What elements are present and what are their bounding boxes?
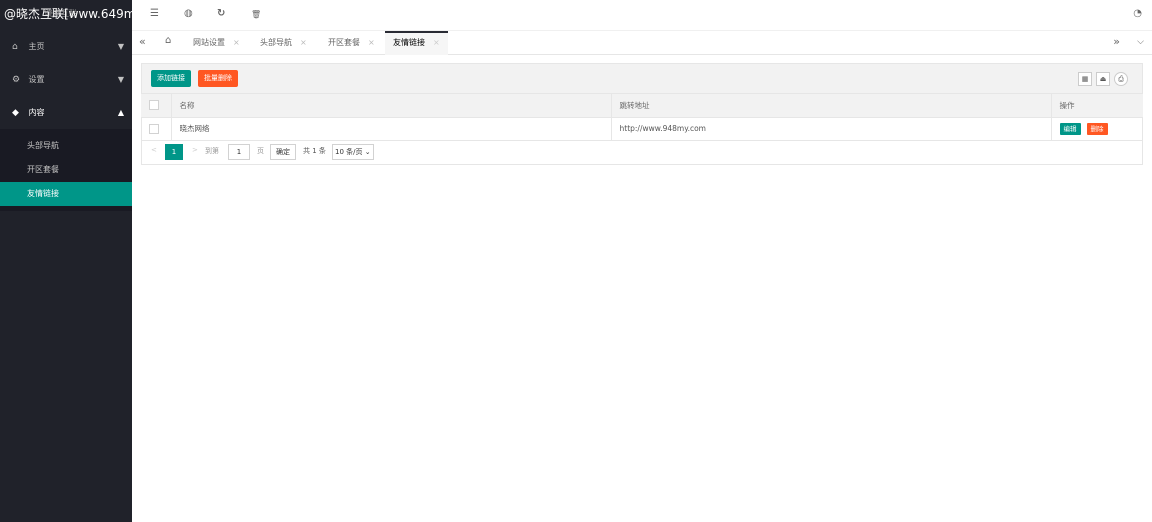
links-table: 名称 跳转地址 操作 晓杰网络 http://www.948my.com 编辑删… [141, 94, 1143, 141]
tab-bar: « ⌂ 网站设置 × 头部导航 × 开区套餐 × 友情链接 × » ⌵ [132, 30, 1152, 55]
row-url: http://www.948my.com [611, 117, 1052, 141]
row-name: 晓杰网络 [171, 117, 612, 141]
page-unit-label: 页 [257, 147, 264, 155]
table-panel: 添加链接 批量删除 ▦ ⏏ ⎙ 名称 跳转地址 操作 晓杰网络 http://w… [141, 63, 1143, 165]
page-1-button[interactable]: 1 [165, 144, 183, 160]
gear-icon: ⚙ [12, 75, 21, 85]
print-icon[interactable]: ⎙ [1114, 72, 1128, 86]
app-window: 晓杰互联 @晓杰互联[www.649m ⌂ 主页 ▼ ⚙ 设置 ▼ ◆ 内容 ▲… [0, 0, 1152, 522]
caret-down-icon: ▼ [117, 42, 124, 51]
close-icon[interactable]: × [233, 38, 240, 47]
sidebar-subitem-header-nav[interactable]: 头部导航 [0, 134, 132, 158]
sidebar-item-label: 主页 [28, 42, 45, 51]
row-checkbox[interactable] [149, 123, 159, 134]
confirm-page-button[interactable]: 确定 [270, 144, 296, 160]
sidebar: 晓杰互联 @晓杰互联[www.649m ⌂ 主页 ▼ ⚙ 设置 ▼ ◆ 内容 ▲… [0, 0, 132, 522]
select-all-cell [141, 94, 172, 118]
tab-label: 友情链接 [393, 38, 425, 47]
add-link-button[interactable]: 添加链接 [151, 70, 191, 87]
caret-up-icon: ▲ [117, 108, 124, 117]
edit-button[interactable]: 编辑 [1059, 122, 1081, 135]
chevron-down-icon[interactable]: ⌵ [1137, 37, 1144, 47]
main-content: 添加链接 批量删除 ▦ ⏏ ⎙ 名称 跳转地址 操作 晓杰网络 http://w… [132, 55, 1152, 522]
next-page-icon[interactable]: > [192, 146, 198, 154]
sidebar-item-label: 内容 [28, 108, 45, 117]
row-actions: 编辑 删除 [1051, 117, 1143, 141]
caret-down-icon: ▼ [117, 75, 124, 84]
tab-site-settings[interactable]: 网站设置 × [193, 31, 240, 55]
home-tab-icon[interactable]: ⌂ [165, 35, 171, 46]
tab-header-nav[interactable]: 头部导航 × [260, 31, 307, 55]
close-icon[interactable]: × [433, 38, 440, 47]
column-header-url[interactable]: 跳转地址 [611, 94, 1052, 118]
sidebar-item-home[interactable]: ⌂ 主页 ▼ [0, 30, 132, 63]
tab-friend-links[interactable]: 友情链接 × [385, 31, 448, 55]
table-row: 晓杰网络 http://www.948my.com 编辑 删除 [141, 117, 1143, 141]
columns-icon[interactable]: ▦ [1078, 72, 1092, 86]
batch-delete-button[interactable]: 批量删除 [198, 70, 238, 87]
column-header-actions: 操作 [1051, 94, 1143, 118]
logo: 晓杰互联 @晓杰互联[www.649m [0, 0, 132, 30]
scroll-left-icon[interactable]: « [139, 35, 146, 48]
page-size-value: 10 条/页 [335, 148, 363, 156]
theme-icon[interactable]: ◔ [1133, 8, 1142, 19]
close-icon[interactable]: × [300, 38, 307, 47]
top-header: ☰ ◍ ↻ 🗑 ◔ [132, 0, 1152, 30]
tab-label: 头部导航 [260, 38, 292, 47]
tab-packages[interactable]: 开区套餐 × [328, 31, 375, 55]
diamond-icon: ◆ [12, 108, 19, 118]
trash-icon[interactable]: 🗑 [251, 10, 261, 19]
refresh-icon[interactable]: ↻ [217, 8, 225, 19]
total-count: 共 1 条 [303, 147, 326, 155]
sidebar-item-settings[interactable]: ⚙ 设置 ▼ [0, 63, 132, 96]
sidebar-subitem-friend-links[interactable]: 友情链接 [0, 182, 132, 206]
prev-page-icon[interactable]: < [151, 146, 157, 154]
select-all-checkbox[interactable] [149, 100, 159, 111]
page-number-input[interactable]: 1 [228, 144, 250, 160]
row-select-cell [141, 117, 172, 141]
close-icon[interactable]: × [368, 38, 375, 47]
pagination: < 1 > 到第 1 页 确定 共 1 条 10 条/页 ⌄ [142, 141, 1142, 165]
column-header-name[interactable]: 名称 [171, 94, 612, 118]
select-caret-icon: ⌄ [364, 148, 371, 156]
sidebar-submenu: 头部导航 开区套餐 友情链接 [0, 129, 132, 211]
table-toolbar: 添加链接 批量删除 ▦ ⏏ ⎙ [142, 64, 1142, 94]
goto-label: 到第 [205, 147, 219, 155]
export-icon[interactable]: ⏏ [1096, 72, 1110, 86]
delete-button[interactable]: 删除 [1086, 122, 1108, 135]
sidebar-subitem-packages[interactable]: 开区套餐 [0, 158, 132, 182]
tab-label: 开区套餐 [328, 38, 360, 47]
page-size-select[interactable]: 10 条/页 ⌄ [332, 144, 374, 160]
scroll-right-icon[interactable]: » [1113, 35, 1120, 48]
sidebar-item-content[interactable]: ◆ 内容 ▲ [0, 96, 132, 129]
table-header-row: 名称 跳转地址 操作 [141, 94, 1143, 118]
tab-label: 网站设置 [193, 38, 225, 47]
home-icon: ⌂ [12, 42, 18, 52]
globe-icon[interactable]: ◍ [184, 8, 193, 19]
menu-indent-icon[interactable]: ☰ [150, 8, 159, 19]
sidebar-item-label: 设置 [28, 75, 45, 84]
watermark: @晓杰互联[www.649m [4, 7, 132, 21]
